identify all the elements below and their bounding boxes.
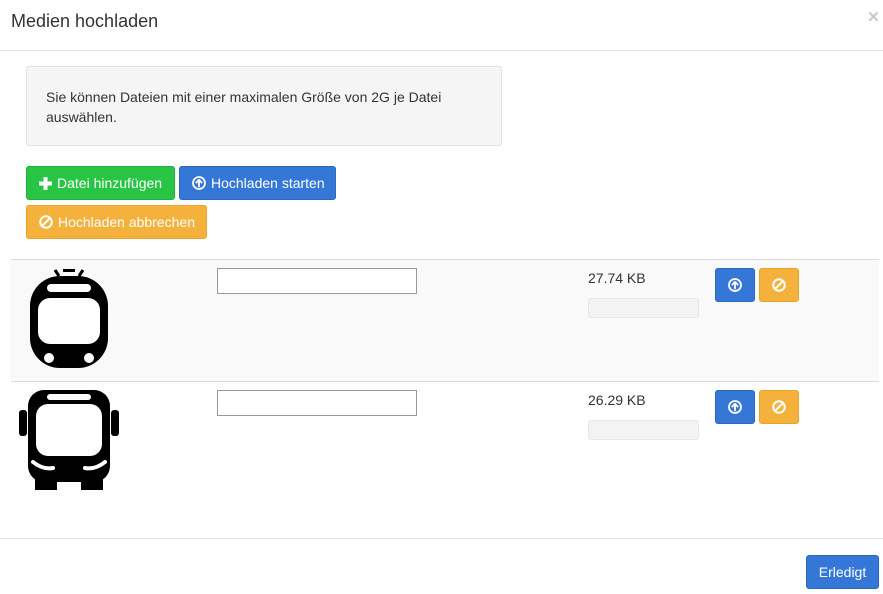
progress-bar <box>588 420 699 440</box>
add-file-button[interactable]: Datei hinzufügen <box>26 166 175 200</box>
tram-icon <box>19 268 119 368</box>
modal-header: Medien hochladen × <box>0 0 883 51</box>
file-cancel-button[interactable] <box>759 390 799 424</box>
start-upload-label: Hochladen starten <box>211 175 325 191</box>
file-row: 26.29 KB <box>11 381 879 503</box>
file-size: 26.29 KB <box>588 392 646 408</box>
file-row: 27.74 KB <box>11 259 879 381</box>
upload-circle-icon <box>728 278 742 292</box>
ban-icon <box>39 215 53 229</box>
file-cancel-button[interactable] <box>759 268 799 302</box>
add-file-label: Datei hinzufügen <box>57 175 163 191</box>
done-button[interactable]: Erledigt <box>806 555 879 589</box>
file-name-input[interactable] <box>217 390 417 416</box>
upload-circle-icon <box>728 400 742 414</box>
file-size: 27.74 KB <box>588 270 646 286</box>
ban-icon <box>772 400 786 414</box>
info-well: Sie können Dateien mit einer maximalen G… <box>26 66 502 146</box>
info-text: Sie können Dateien mit einer maximalen G… <box>46 89 442 125</box>
file-upload-button[interactable] <box>715 268 755 302</box>
close-button[interactable]: × <box>868 7 879 29</box>
file-upload-button[interactable] <box>715 390 755 424</box>
file-name-input[interactable] <box>217 268 417 294</box>
progress-bar <box>588 298 699 318</box>
start-upload-button[interactable]: Hochladen starten <box>179 166 336 200</box>
cancel-upload-label: Hochladen abbrechen <box>58 214 195 230</box>
bus-icon <box>19 390 119 490</box>
modal-title: Medien hochladen <box>11 11 159 31</box>
cancel-upload-button[interactable]: Hochladen abbrechen <box>26 205 207 239</box>
ban-icon <box>772 278 786 292</box>
plus-icon <box>39 176 52 190</box>
upload-circle-icon <box>192 176 206 190</box>
modal-footer: Erledigt <box>0 538 883 594</box>
